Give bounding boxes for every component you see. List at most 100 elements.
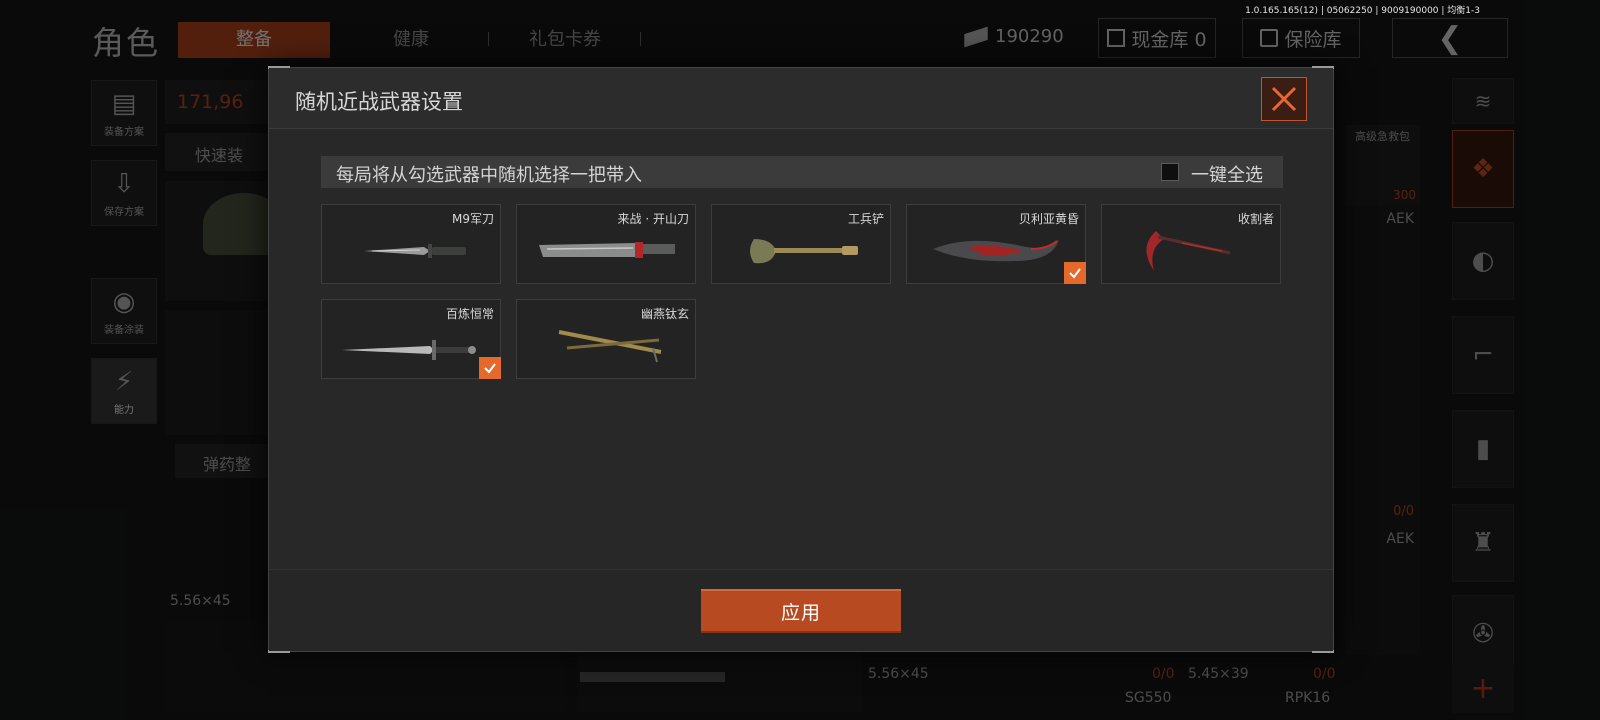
rifle-icon: ⌐ — [1472, 340, 1494, 370]
tab-divider — [488, 32, 489, 46]
gun-name: AEK — [1386, 531, 1414, 547]
category-tools[interactable]: ✇ — [1452, 595, 1514, 673]
version-text: 1.0.165.165(12) | 05062250 | 9009190000 … — [1245, 6, 1480, 16]
cash-vault-label: 现金库 0 — [1131, 28, 1207, 51]
tab-divider — [640, 32, 641, 46]
weapon-name: 幽燕钛玄 — [640, 307, 689, 321]
weapon-name: M9军刀 — [452, 212, 494, 226]
weapon-name: 收割者 — [1237, 212, 1274, 226]
weapon-card-reaper[interactable]: 收割者 — [1101, 204, 1281, 284]
helmet-icon: ◐ — [1471, 246, 1495, 276]
checked-checkbox[interactable] — [479, 357, 501, 379]
shovel-icon — [750, 239, 858, 264]
safe-icon — [1260, 29, 1279, 47]
category-armor[interactable]: ❖ — [1452, 130, 1514, 208]
curved-blade-icon — [933, 239, 1059, 262]
sidebar-item-save-plan[interactable]: ⇩ 保存方案 — [91, 160, 157, 226]
instruction-text: 每局将从勾选武器中随机选择一把带入 — [336, 165, 642, 186]
paint-icon: ◉ — [112, 287, 136, 317]
add-button[interactable]: + — [1452, 665, 1514, 713]
category-equipment[interactable]: ≋ — [1452, 78, 1514, 124]
quick-equip-button[interactable]: 快速装 — [165, 133, 269, 171]
money-amount: 190290 — [995, 26, 1064, 47]
select-all-label[interactable]: 一键全选 — [1191, 161, 1263, 187]
apply-button[interactable]: 应用 — [701, 589, 901, 633]
combat-knife-icon — [364, 244, 466, 258]
gun-ammo-count: 0/0 — [1393, 504, 1414, 519]
checked-checkbox[interactable] — [1064, 262, 1086, 284]
dialog-footer: 应用 — [269, 569, 1333, 651]
weapon-card-machete[interactable]: 来战 · 开山刀 — [516, 204, 696, 284]
tab-equip[interactable]: 整备 — [178, 22, 330, 58]
weapon-name: 工兵铲 — [847, 212, 884, 226]
layers-icon: ≋ — [1474, 89, 1492, 113]
weapon-card-m9[interactable]: M9军刀 — [321, 204, 501, 284]
machete-icon — [539, 242, 675, 258]
sidebar-item-label: 装备涂装 — [104, 325, 144, 336]
caliber-label: 5.56×45 — [170, 593, 231, 609]
cash-icon — [964, 26, 988, 47]
check-icon — [1069, 268, 1081, 279]
ammo-count: 0/0 — [1313, 666, 1336, 682]
ammo-button[interactable]: 弹药整 — [175, 444, 269, 478]
sidebar-item-label: 装备方案 — [104, 127, 144, 138]
sidebar-item-label: 能力 — [114, 405, 134, 416]
backpack-icon: ▤ — [111, 89, 137, 119]
download-icon: ⇩ — [113, 169, 135, 199]
weapon-name: 贝利亚黄昏 — [1018, 212, 1079, 226]
medkit-slot[interactable]: 高级急救包 300 — [1345, 125, 1420, 205]
weapon-card-beria-twilight[interactable]: 贝利亚黄昏 — [906, 204, 1086, 284]
gun-name: AEK — [1386, 211, 1414, 227]
cash-vault-button[interactable]: 现金库 0 — [1098, 18, 1216, 58]
check-icon — [484, 363, 496, 374]
random-melee-dialog: 随机近战武器设置 每局将从勾选武器中随机选择一把带入 一键全选 M9军刀 来战 … — [268, 66, 1334, 653]
plus-icon: + — [1470, 671, 1496, 706]
tab-health[interactable]: 健康 — [366, 22, 456, 58]
helmet-slot[interactable] — [165, 181, 285, 301]
tab-gift-coupons[interactable]: 礼包卡券 — [510, 22, 620, 58]
dialog-header: 随机近战武器设置 — [269, 68, 1333, 129]
caliber-label: 5.45×39 — [1188, 666, 1249, 682]
page-title: 角色 — [92, 24, 161, 62]
twin-dagger-icon — [558, 330, 662, 363]
sidebar-item-label: 保存方案 — [104, 207, 144, 218]
weapon-card-baillian[interactable]: 百炼恒常 — [321, 299, 501, 379]
sidebar-item-skins[interactable]: ◉ 装备涂装 — [91, 278, 157, 344]
insurance-label: 保险库 — [1284, 28, 1342, 51]
caliber-label: 5.56×45 — [868, 666, 929, 682]
weapon-card-shovel[interactable]: 工兵铲 — [711, 204, 891, 284]
weapon-name: 百炼恒常 — [445, 307, 494, 321]
gun-card[interactable]: AEK 0/0 — [1345, 205, 1420, 525]
weapon-name: SG550 — [1125, 690, 1172, 706]
armor-slot[interactable] — [165, 310, 269, 435]
sidebar-item-abilities[interactable]: ⚡ 能力 — [91, 358, 157, 424]
sidebar-item-loadout-plans[interactable]: ▤ 装备方案 — [91, 80, 157, 146]
weight-indicator: 171,96 — [165, 80, 269, 124]
weapon-name: RPK16 — [1285, 690, 1331, 706]
money-display: 190290 — [964, 26, 1064, 47]
medkit-label: 高级急救包 — [1355, 130, 1410, 143]
instruction-bar: 每局将从勾选武器中随机选择一把带入 一键全选 — [321, 156, 1283, 188]
chevron-left-icon: ❮ — [1437, 20, 1463, 56]
select-all-checkbox[interactable] — [1161, 163, 1179, 181]
armor-icon: ❖ — [1471, 154, 1495, 184]
ammo-count: 0/0 — [1152, 666, 1175, 682]
category-bottle[interactable]: ♜ — [1452, 504, 1514, 582]
vault-icon — [1107, 29, 1126, 47]
weapon-card-youyan[interactable]: 幽燕钛玄 — [516, 299, 696, 379]
category-rifle[interactable]: ⌐ — [1452, 316, 1514, 394]
magazine-icon: ▮ — [1475, 434, 1491, 464]
category-helmet[interactable]: ◐ — [1452, 222, 1514, 300]
power-icon: ⚡ — [114, 367, 134, 397]
medkit-count: 300 — [1393, 188, 1416, 202]
weapon-name: 来战 · 开山刀 — [617, 212, 689, 226]
insurance-button[interactable]: 保险库 — [1242, 18, 1360, 58]
tool-icon: ✇ — [1472, 619, 1494, 649]
gun-card[interactable]: AEK — [1345, 525, 1420, 655]
category-magazine[interactable]: ▮ — [1452, 410, 1514, 488]
close-button[interactable] — [1261, 77, 1307, 121]
dialog-title: 随机近战武器设置 — [295, 90, 463, 114]
bottle-icon: ♜ — [1471, 528, 1495, 558]
rifle-icon — [580, 672, 725, 682]
back-button[interactable]: ❮ — [1392, 18, 1508, 58]
